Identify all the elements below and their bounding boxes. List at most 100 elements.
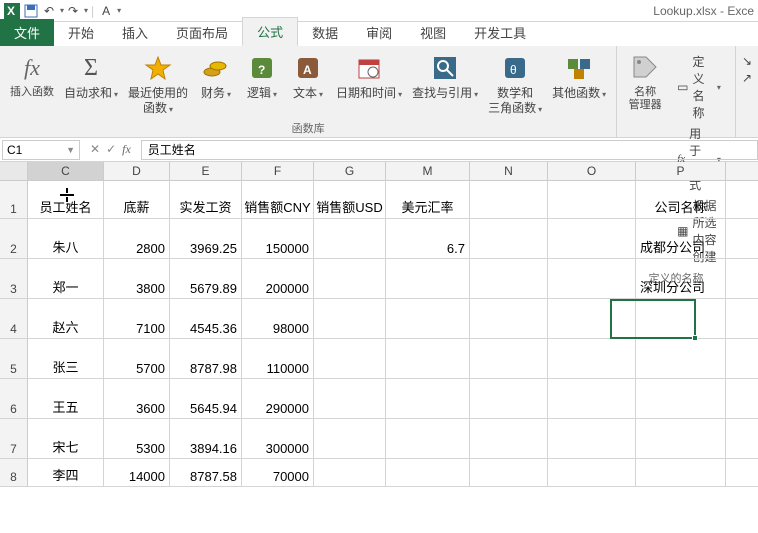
row-header[interactable]: 5 — [0, 339, 28, 378]
cell[interactable] — [314, 219, 386, 258]
cell[interactable]: 3600 — [104, 379, 170, 418]
enter-icon[interactable]: ✓ — [106, 142, 116, 157]
tab-data[interactable]: 数据 — [298, 19, 352, 46]
cell[interactable]: 3969.25 — [170, 219, 242, 258]
cell[interactable]: 员工姓名 — [28, 181, 104, 218]
cell[interactable]: 8787.58 — [170, 459, 242, 486]
name-box-dropdown-icon[interactable]: ▼ — [66, 145, 75, 155]
row-header[interactable]: 1 — [0, 181, 28, 218]
cell[interactable]: 200000 — [242, 259, 314, 298]
font-a-button[interactable]: A — [97, 2, 115, 20]
cell[interactable]: 3800 — [104, 259, 170, 298]
cell[interactable] — [548, 259, 636, 298]
cell[interactable] — [636, 299, 726, 338]
cell[interactable] — [636, 339, 726, 378]
col-header-O[interactable]: O — [548, 162, 636, 180]
cell[interactable]: 290000 — [242, 379, 314, 418]
cell[interactable]: 70000 — [242, 459, 314, 486]
cell[interactable]: 4545.36 — [170, 299, 242, 338]
cell[interactable] — [386, 379, 470, 418]
cell[interactable] — [636, 379, 726, 418]
cell[interactable]: 5645.94 — [170, 379, 242, 418]
cell[interactable] — [548, 219, 636, 258]
datetime-button[interactable]: 日期和时间▾ — [332, 50, 406, 118]
col-header-P[interactable]: P — [636, 162, 726, 180]
cell[interactable]: 98000 — [242, 299, 314, 338]
save-icon[interactable] — [22, 2, 40, 20]
cell[interactable] — [386, 339, 470, 378]
math-button[interactable]: θ 数学和 三角函数▾ — [484, 50, 546, 118]
cell[interactable]: 2800 — [104, 219, 170, 258]
cancel-icon[interactable]: ✕ — [90, 142, 100, 157]
row-header[interactable]: 3 — [0, 259, 28, 298]
select-all-corner[interactable] — [0, 162, 28, 180]
cell[interactable]: 美元汇率 — [386, 181, 470, 218]
finance-button[interactable]: 财务▾ — [194, 50, 238, 118]
cell[interactable] — [548, 339, 636, 378]
lookup-button[interactable]: 查找与引用▾ — [408, 50, 482, 118]
cell[interactable] — [314, 419, 386, 458]
cell[interactable]: 郑一 — [28, 259, 104, 298]
cell[interactable]: 300000 — [242, 419, 314, 458]
col-header-G[interactable]: G — [314, 162, 386, 180]
insert-function-button[interactable]: fx 插入函数 — [6, 50, 58, 118]
cell[interactable]: 朱八 — [28, 219, 104, 258]
cell[interactable] — [548, 419, 636, 458]
cell[interactable] — [314, 299, 386, 338]
cell[interactable] — [470, 181, 548, 218]
col-header-N[interactable]: N — [470, 162, 548, 180]
cell[interactable]: 150000 — [242, 219, 314, 258]
undo-button[interactable]: ↶ — [40, 2, 58, 20]
cell[interactable] — [470, 259, 548, 298]
cell[interactable] — [470, 219, 548, 258]
cell[interactable]: 7100 — [104, 299, 170, 338]
cell[interactable] — [636, 419, 726, 458]
row-header[interactable]: 6 — [0, 379, 28, 418]
cell[interactable] — [386, 419, 470, 458]
redo-dropdown-icon[interactable]: ▾ — [84, 6, 88, 15]
tab-layout[interactable]: 页面布局 — [162, 19, 242, 46]
cell[interactable]: 成都分公司 — [636, 219, 726, 258]
cell[interactable] — [470, 419, 548, 458]
tab-review[interactable]: 审阅 — [352, 19, 406, 46]
qat-customize-icon[interactable]: ▾ — [117, 6, 121, 15]
cell[interactable]: 实发工资 — [170, 181, 242, 218]
cell[interactable] — [470, 299, 548, 338]
other-functions-button[interactable]: 其他函数▾ — [548, 50, 610, 118]
col-header-F[interactable]: F — [242, 162, 314, 180]
cell[interactable]: 宋七 — [28, 419, 104, 458]
cell[interactable]: 14000 — [104, 459, 170, 486]
cell[interactable]: 3894.16 — [170, 419, 242, 458]
cell[interactable]: 8787.98 — [170, 339, 242, 378]
col-header-M[interactable]: M — [386, 162, 470, 180]
tab-dev[interactable]: 开发工具 — [460, 19, 540, 46]
cell[interactable]: 公司名称 — [636, 181, 726, 218]
cell[interactable] — [470, 459, 548, 486]
name-box[interactable]: C1 ▼ — [2, 140, 80, 160]
cell[interactable]: 销售额CNY — [242, 181, 314, 218]
cell[interactable] — [314, 459, 386, 486]
row-header[interactable]: 7 — [0, 419, 28, 458]
cell[interactable] — [548, 459, 636, 486]
cell[interactable]: 5679.89 — [170, 259, 242, 298]
cell[interactable]: 底薪 — [104, 181, 170, 218]
cell[interactable] — [548, 299, 636, 338]
row-header[interactable]: 2 — [0, 219, 28, 258]
cell[interactable]: 王五 — [28, 379, 104, 418]
cell[interactable]: 销售额USD — [314, 181, 386, 218]
fx-icon[interactable]: fx — [122, 142, 131, 157]
cell[interactable]: 5300 — [104, 419, 170, 458]
cell[interactable]: 110000 — [242, 339, 314, 378]
col-header-E[interactable]: E — [170, 162, 242, 180]
recent-functions-button[interactable]: 最近使用的 函数▾ — [124, 50, 192, 118]
cell[interactable] — [386, 299, 470, 338]
cell[interactable]: 深圳分公司 — [636, 259, 726, 298]
cell[interactable] — [548, 379, 636, 418]
tab-insert[interactable]: 插入 — [108, 19, 162, 46]
cell[interactable] — [470, 339, 548, 378]
text-button[interactable]: A 文本▾ — [286, 50, 330, 118]
cell[interactable]: 李四 — [28, 459, 104, 486]
cell[interactable] — [548, 181, 636, 218]
cell[interactable] — [314, 339, 386, 378]
cell[interactable]: 张三 — [28, 339, 104, 378]
